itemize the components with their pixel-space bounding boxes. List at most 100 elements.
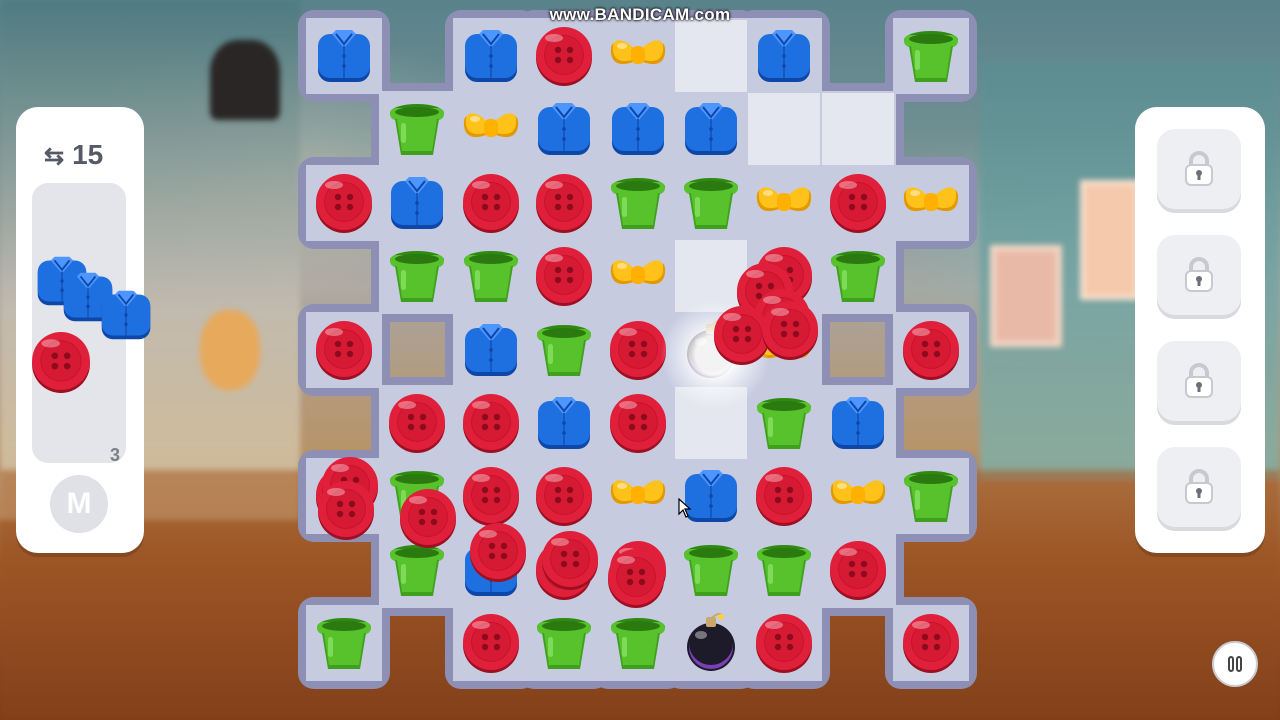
red-button-icon[interactable] <box>901 613 961 674</box>
board-cell[interactable] <box>821 93 894 166</box>
board-cell[interactable] <box>528 460 600 532</box>
board-cell[interactable] <box>675 460 747 532</box>
board-cell[interactable] <box>528 607 600 679</box>
board-cell[interactable] <box>308 20 380 92</box>
yellow-bow-icon[interactable] <box>608 26 668 86</box>
board-cell[interactable] <box>822 534 894 606</box>
board-cell[interactable] <box>455 93 527 165</box>
blue-shirt-icon[interactable] <box>461 26 521 86</box>
green-pot-icon[interactable] <box>681 540 741 600</box>
board-cell[interactable] <box>675 167 747 239</box>
board-cell[interactable] <box>602 167 674 239</box>
red-button-icon[interactable] <box>608 320 668 380</box>
red-button-icon[interactable] <box>754 613 814 674</box>
red-button-icon[interactable] <box>608 393 668 453</box>
board-cell[interactable] <box>895 607 967 679</box>
green-pot-icon[interactable] <box>534 320 594 380</box>
board-cell[interactable] <box>602 240 674 312</box>
board-cell[interactable] <box>528 240 600 312</box>
board-cell[interactable] <box>895 460 967 532</box>
green-pot-icon[interactable] <box>754 540 814 600</box>
blue-shirt-icon[interactable] <box>387 173 447 233</box>
red-button-icon[interactable] <box>461 393 521 453</box>
board-cell[interactable] <box>822 240 894 312</box>
green-pot-icon[interactable] <box>608 173 668 233</box>
green-pot-icon[interactable] <box>901 466 961 526</box>
green-pot-icon[interactable] <box>461 246 521 306</box>
board-cell[interactable] <box>675 20 747 92</box>
green-pot-icon[interactable] <box>754 393 814 453</box>
red-button-icon[interactable] <box>534 466 594 527</box>
red-button-icon[interactable] <box>314 320 374 380</box>
red-button-icon[interactable] <box>461 613 521 674</box>
green-pot-icon[interactable] <box>901 26 961 86</box>
green-pot-icon[interactable] <box>387 246 447 306</box>
board-cell[interactable] <box>455 314 527 386</box>
board-cell[interactable] <box>748 20 820 92</box>
board-cell[interactable] <box>381 93 453 165</box>
board-cell[interactable] <box>308 167 380 239</box>
red-button-icon[interactable] <box>387 393 447 453</box>
board-cell[interactable] <box>602 460 674 532</box>
board-cell[interactable] <box>822 460 894 532</box>
board-cell[interactable] <box>528 387 600 459</box>
red-button-icon[interactable] <box>828 540 888 600</box>
yellow-bow-icon[interactable] <box>461 99 521 159</box>
board-cell[interactable] <box>455 387 527 459</box>
red-button-icon[interactable] <box>461 466 521 527</box>
red-button-icon[interactable] <box>534 246 594 307</box>
blue-shirt-icon[interactable] <box>681 99 741 159</box>
board-cell[interactable] <box>822 167 894 239</box>
board-cell[interactable] <box>675 93 747 165</box>
green-pot-icon[interactable] <box>387 540 447 600</box>
red-button-icon[interactable] <box>754 466 814 527</box>
board-cell[interactable] <box>822 387 894 459</box>
board-cell[interactable] <box>602 387 674 459</box>
green-pot-icon[interactable] <box>314 613 374 673</box>
board-cell[interactable] <box>528 93 600 165</box>
yellow-bow-icon[interactable] <box>608 246 668 306</box>
board-cell[interactable] <box>748 93 821 166</box>
green-pot-icon[interactable] <box>681 173 741 233</box>
board-cell[interactable] <box>455 20 527 92</box>
board-cell[interactable] <box>528 167 600 239</box>
board-cell[interactable] <box>748 460 820 532</box>
yellow-bow-icon[interactable] <box>754 173 814 233</box>
board-cell[interactable] <box>675 534 747 606</box>
blue-shirt-icon[interactable] <box>461 320 521 380</box>
red-button-icon[interactable] <box>901 320 961 380</box>
bomb-icon[interactable] <box>681 613 741 673</box>
booster-slot-1[interactable] <box>1157 129 1241 213</box>
board-cell[interactable] <box>455 167 527 239</box>
board-cell[interactable] <box>748 607 820 679</box>
booster-slot-2[interactable] <box>1157 235 1241 319</box>
board-cell[interactable] <box>528 20 600 92</box>
red-button-icon[interactable] <box>828 173 888 233</box>
board-cell[interactable] <box>748 387 820 459</box>
board-cell[interactable] <box>528 314 600 386</box>
green-pot-icon[interactable] <box>608 613 668 673</box>
board-cell[interactable] <box>381 167 453 239</box>
pause-button[interactable] <box>1212 641 1258 687</box>
booster-slot-4[interactable] <box>1157 447 1241 531</box>
green-pot-icon[interactable] <box>828 246 888 306</box>
green-pot-icon[interactable] <box>534 613 594 673</box>
menu-m-button[interactable]: M <box>50 475 108 533</box>
booster-slot-3[interactable] <box>1157 341 1241 425</box>
board-cell[interactable] <box>602 20 674 92</box>
blue-shirt-icon[interactable] <box>314 26 374 86</box>
red-button-icon[interactable] <box>461 173 521 233</box>
board-cell[interactable] <box>381 240 453 312</box>
board-cell[interactable] <box>748 534 820 606</box>
board-cell[interactable] <box>308 607 380 679</box>
red-button-icon[interactable] <box>314 173 374 233</box>
board-cell[interactable] <box>895 20 967 92</box>
board-cell[interactable] <box>455 240 527 312</box>
blue-shirt-icon[interactable] <box>534 99 594 159</box>
blue-shirt-icon[interactable] <box>754 26 814 86</box>
blue-shirt-icon[interactable] <box>828 393 888 453</box>
board-cell[interactable] <box>895 167 967 239</box>
board-cell[interactable] <box>455 607 527 679</box>
yellow-bow-icon[interactable] <box>901 173 961 233</box>
yellow-bow-icon[interactable] <box>828 466 888 526</box>
